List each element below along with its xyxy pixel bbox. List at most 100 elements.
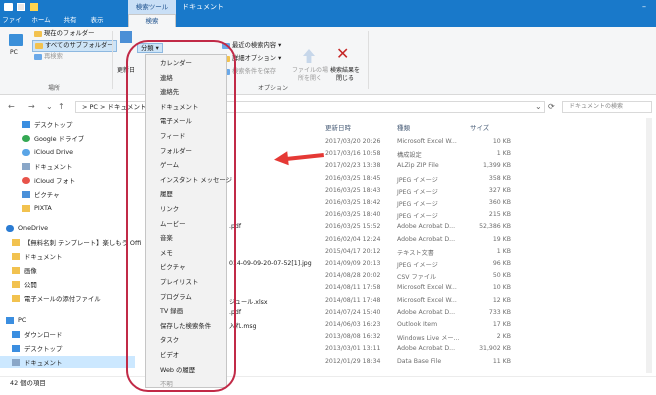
properties-icon[interactable] xyxy=(17,3,25,11)
file-type: Adobe Acrobat D... xyxy=(397,236,456,243)
folder-icon xyxy=(12,238,20,246)
advanced-options-button[interactable]: 詳細オプション ▾ xyxy=(222,54,281,64)
nav-item-onedrive-documents[interactable]: ドキュメント xyxy=(12,250,62,262)
file-size: 19 KB xyxy=(492,236,511,243)
save-search-button[interactable]: 検索条件を保存 xyxy=(222,67,276,77)
kind-menu-item[interactable]: メモ xyxy=(160,248,173,257)
pc-button-label[interactable]: PC xyxy=(10,49,18,56)
refresh-button[interactable]: ⟳ xyxy=(548,100,555,114)
nav-item-icloud-photos[interactable]: iCloud フォト xyxy=(22,174,75,186)
kind-menu-item[interactable]: フィード xyxy=(160,131,185,140)
kind-menu-item[interactable]: フォルダー xyxy=(160,146,192,155)
ribbon-divider xyxy=(368,31,369,89)
kind-menu-item: 不明 xyxy=(160,380,173,388)
kind-menu-item[interactable]: タスク xyxy=(160,335,179,344)
file-name: .pdf xyxy=(229,223,242,230)
file-name: 014-09-09-20-07-52[1].jpg xyxy=(229,260,312,267)
search-again-button[interactable]: 再検索 xyxy=(34,52,63,62)
kind-menu-item[interactable]: インスタント メッセージ xyxy=(160,175,232,184)
close-search-button[interactable]: 検索結果を閉じる xyxy=(328,67,362,83)
file-size: 1,399 KB xyxy=(483,162,511,169)
open-file-location-button[interactable]: ファイルの場所を開く xyxy=(290,67,330,83)
kind-menu-item[interactable]: 連絡先 xyxy=(160,87,179,96)
kind-menu-item[interactable]: 履歴 xyxy=(160,189,173,198)
file-modified-date: 2013/03/01 13:11 xyxy=(325,345,381,352)
file-size: 1 KB xyxy=(496,150,511,157)
folder-icon xyxy=(35,43,43,49)
nav-item-downloads[interactable]: ダウンロード xyxy=(12,328,62,340)
file-size: 358 KB xyxy=(488,175,511,182)
nav-item-public[interactable]: 公開 xyxy=(12,278,37,290)
nav-item-pictures[interactable]: ピクチャ xyxy=(22,188,60,200)
file-type: Microsoft Excel W... xyxy=(397,297,457,304)
kind-dropdown-button[interactable]: 分類 ▾ xyxy=(137,43,163,53)
kind-menu-item[interactable]: Web の履歴 xyxy=(160,365,195,374)
pc-icon[interactable] xyxy=(9,34,23,46)
tab-search[interactable]: 検索 xyxy=(128,14,176,27)
kind-menu-item[interactable]: ドキュメント xyxy=(160,102,198,111)
file-type: Adobe Acrobat D... xyxy=(397,345,456,352)
recent-locations-button[interactable]: ⌄ xyxy=(46,100,53,114)
tab-view[interactable]: 表示 xyxy=(86,14,108,27)
nav-item-icloud-drive[interactable]: iCloud Drive xyxy=(22,146,73,158)
calendar-icon[interactable] xyxy=(120,31,132,43)
nav-item-email-attachments[interactable]: 電子メールの添付ファイル xyxy=(12,292,101,304)
kind-menu-item[interactable]: ゲーム xyxy=(160,160,179,169)
date-modified-button[interactable]: 更新日 xyxy=(117,65,135,74)
column-header-type[interactable]: 種類 xyxy=(397,122,410,132)
nav-item-pc-desktop[interactable]: デスクトップ xyxy=(12,342,62,354)
close-search-icon[interactable]: ✕ xyxy=(336,46,349,62)
window-title: ドキュメント xyxy=(182,3,224,11)
nav-item-pixta[interactable]: PIXTA xyxy=(22,202,52,214)
tab-share[interactable]: 共有 xyxy=(60,14,80,27)
kind-menu-item[interactable]: ムービー xyxy=(160,219,186,228)
kind-menu-item[interactable]: 電子メール xyxy=(160,116,192,125)
vertical-scrollbar[interactable] xyxy=(646,118,652,373)
file-modified-date: 2012/01/29 18:34 xyxy=(325,358,381,365)
up-button[interactable]: ↑ xyxy=(58,100,65,114)
recent-searches-button[interactable]: 最近の検索内容 ▾ xyxy=(222,41,281,51)
file-size: 1 KB xyxy=(496,248,511,255)
minimize-button[interactable]: – xyxy=(642,0,646,14)
open-location-icon[interactable] xyxy=(303,49,315,63)
forward-button[interactable]: → xyxy=(28,100,35,114)
kind-menu-item[interactable]: ピクチャ xyxy=(160,262,186,271)
desktop-icon xyxy=(12,344,20,352)
tab-file[interactable]: ファイル xyxy=(0,14,24,37)
column-header-modified[interactable]: 更新日時 xyxy=(325,122,351,132)
new-folder-icon[interactable] xyxy=(30,3,38,11)
file-type: 構成設定 xyxy=(397,152,422,159)
nav-item-documents[interactable]: ドキュメント xyxy=(22,160,72,172)
google-drive-icon xyxy=(22,134,30,142)
nav-item-google-drive[interactable]: Google ドライブ xyxy=(22,132,84,144)
kind-menu-item[interactable]: カレンダー xyxy=(160,58,192,67)
nav-item-pc[interactable]: PC xyxy=(6,314,26,326)
kind-menu-item[interactable]: TV 録画 xyxy=(160,306,183,315)
current-folder-button[interactable]: 現在のフォルダー xyxy=(34,29,94,39)
back-button[interactable]: ← xyxy=(8,100,15,114)
nav-item-images[interactable]: 画像 xyxy=(12,264,37,276)
kind-menu-item[interactable]: ビデオ xyxy=(160,350,179,359)
all-subfolders-button[interactable]: すべてのサブフォルダー xyxy=(32,40,117,52)
title-bar: 検索ツール ドキュメント – xyxy=(0,0,656,14)
kind-menu-item[interactable]: プレイリスト xyxy=(160,277,198,286)
nav-item-onedrive[interactable]: OneDrive xyxy=(6,222,48,234)
kind-menu-item[interactable]: プログラム xyxy=(160,292,192,301)
file-size: 11 KB xyxy=(492,358,511,365)
nav-item-desktop[interactable]: デスクトップ xyxy=(22,118,72,130)
file-modified-date: 2016/03/25 18:45 xyxy=(325,175,381,182)
kind-menu-item[interactable]: リンク xyxy=(160,204,179,213)
file-modified-date: 2014/09/09 20:13 xyxy=(325,260,381,267)
search-input[interactable]: ドキュメントの検索 xyxy=(562,101,652,113)
kind-menu-item[interactable]: 保存した検索条件 xyxy=(160,321,211,330)
file-modified-date: 2014/07/24 15:40 xyxy=(325,309,381,316)
file-type: ALZip ZIP File xyxy=(397,162,439,169)
kind-menu-item[interactable]: 連絡 xyxy=(160,73,173,82)
address-dropdown-button[interactable]: ⌄ xyxy=(535,100,542,114)
nav-item-template-folder[interactable]: 【無料名刺 テンプレート】楽しもう Offi xyxy=(12,236,141,248)
file-size: 360 KB xyxy=(488,199,511,206)
nav-item-pc-documents[interactable]: ドキュメント xyxy=(0,356,135,368)
column-header-size[interactable]: サイズ xyxy=(470,122,489,132)
kind-menu-item[interactable]: 音楽 xyxy=(160,233,173,242)
tab-home[interactable]: ホーム xyxy=(28,14,54,27)
